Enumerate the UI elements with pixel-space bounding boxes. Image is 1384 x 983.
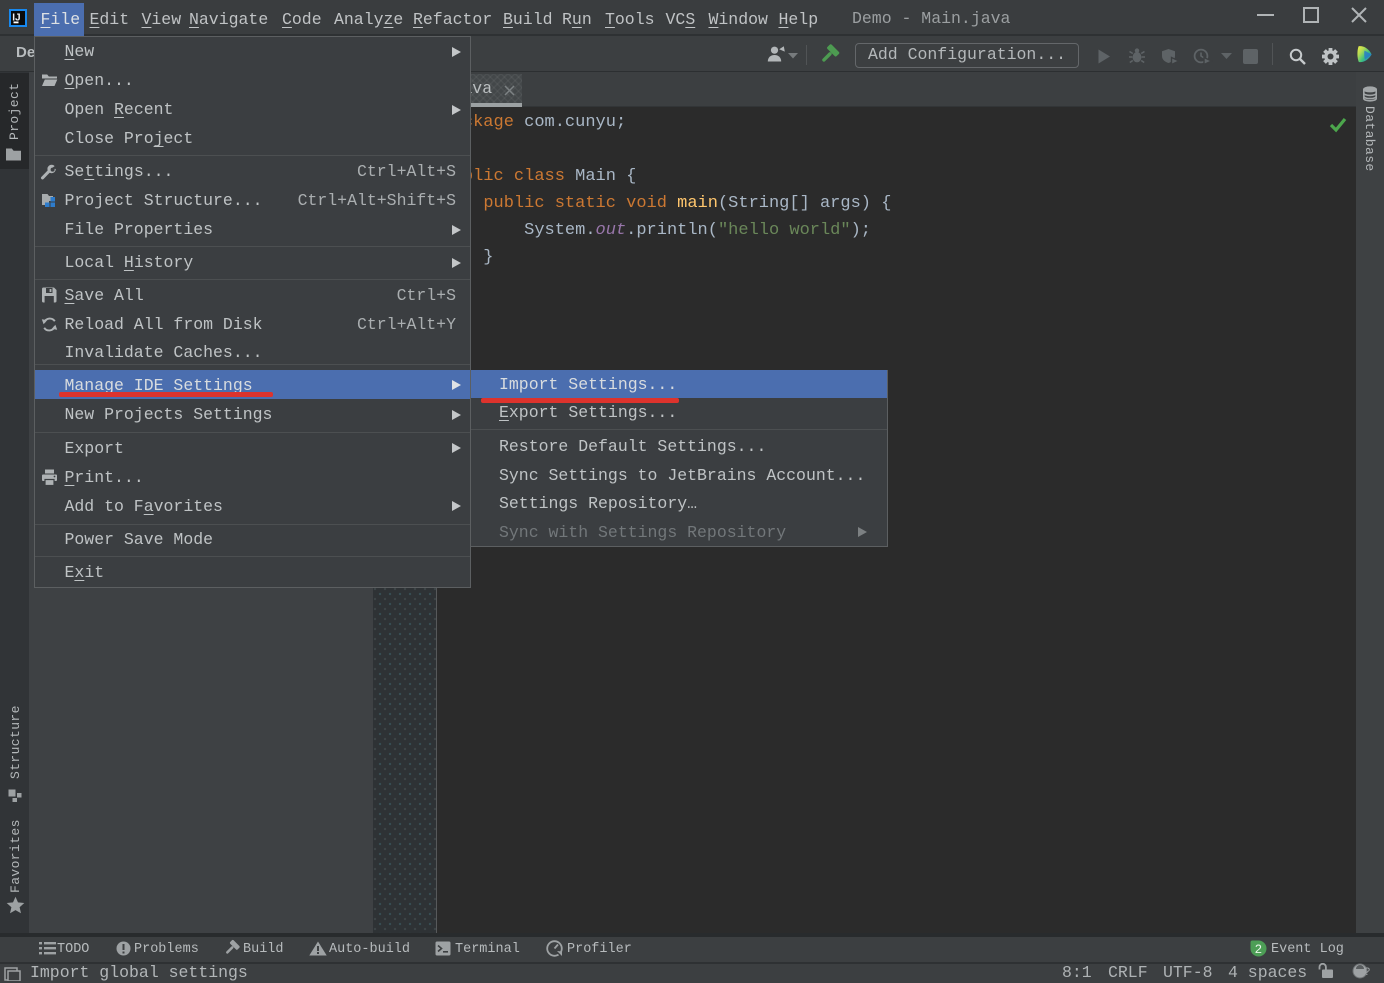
svg-text:2: 2 <box>1255 943 1263 957</box>
svg-text:?: ? <box>1364 966 1370 978</box>
